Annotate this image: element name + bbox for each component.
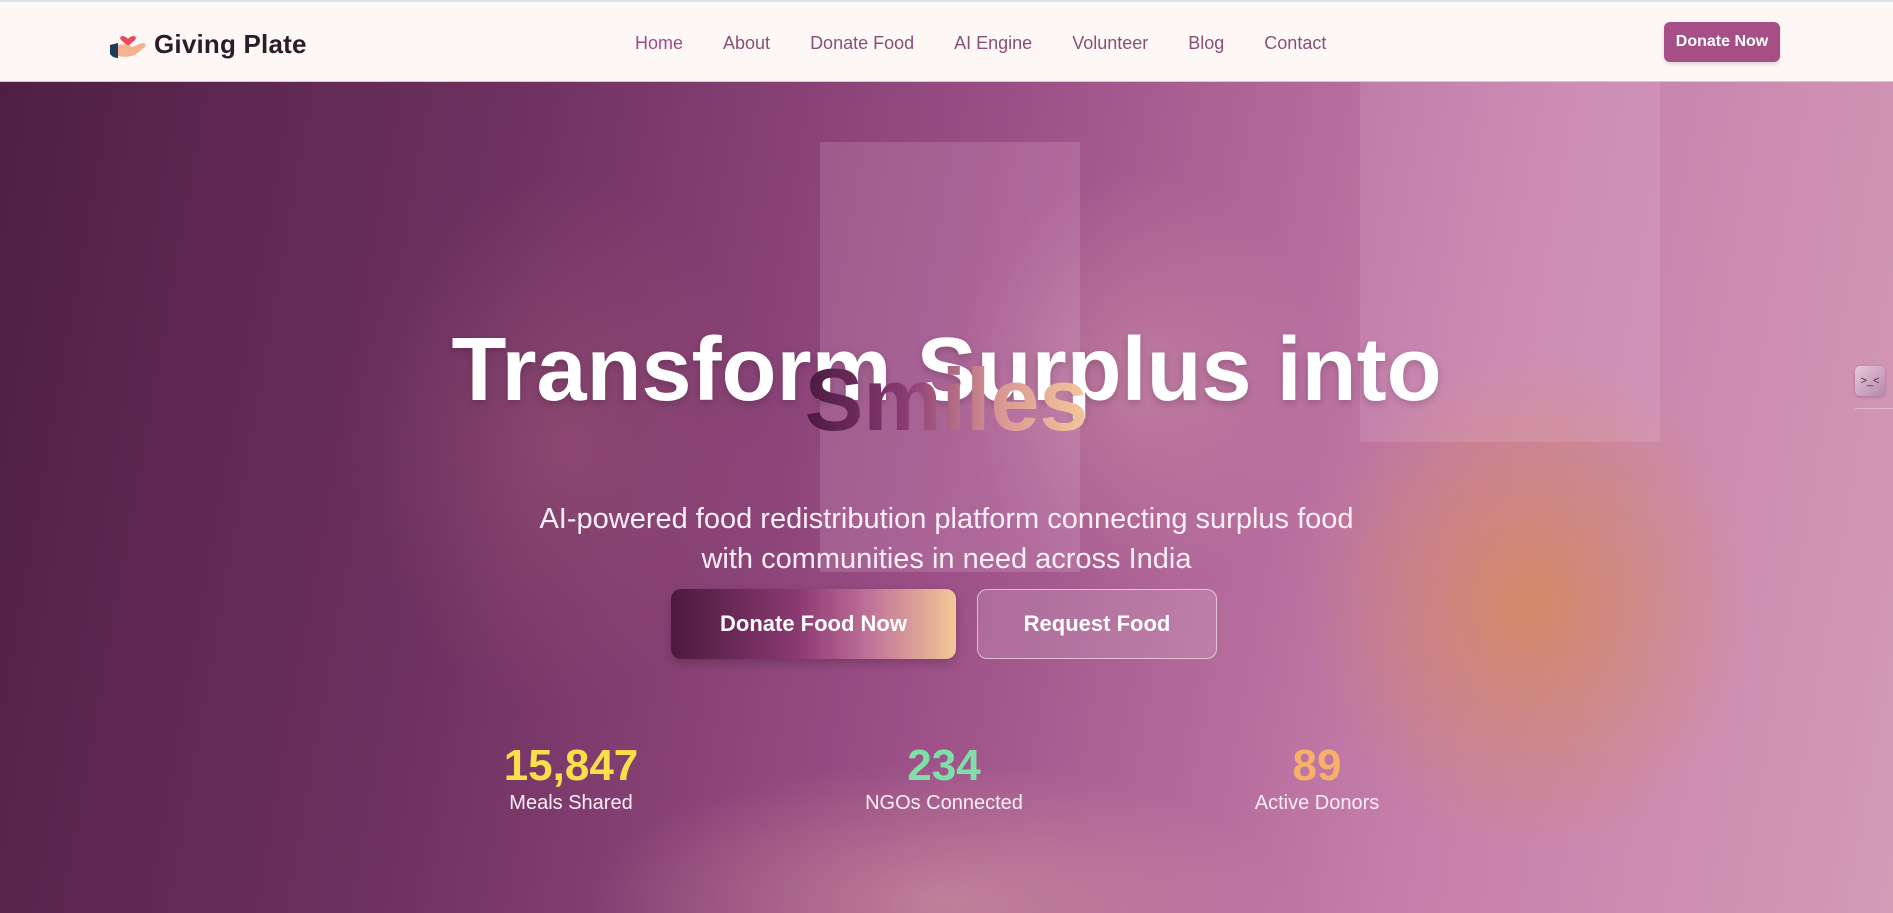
brand-name: Giving Plate (154, 28, 307, 59)
divider (1855, 408, 1893, 409)
stat-ngos-connected: 234 NGOs Connected (814, 742, 1074, 815)
nav-ai-engine[interactable]: AI Engine (954, 33, 1032, 54)
hero-title-accent-text: Smiles (804, 350, 1089, 449)
nav-volunteer[interactable]: Volunteer (1072, 33, 1148, 54)
request-food-button[interactable]: Request Food (977, 589, 1217, 659)
nav-donate-food[interactable]: Donate Food (810, 33, 914, 54)
stat-meals-shared: 15,847 Meals Shared (441, 742, 701, 815)
stat-label: Active Donors (1254, 792, 1380, 814)
donate-food-now-button[interactable]: Donate Food Now (671, 589, 956, 659)
stat-label: NGOs Connected (865, 792, 1023, 814)
nav-home[interactable]: Home (635, 33, 683, 54)
terminal-icon[interactable]: >_< (1855, 366, 1885, 396)
nav-contact[interactable]: Contact (1264, 33, 1326, 54)
stat-active-donors: 89 Active Donors (1187, 742, 1447, 815)
brand-logo[interactable]: Giving Plate (108, 26, 307, 62)
nav-about[interactable]: About (723, 33, 770, 54)
hero-section: Transform Surplus into Smiles AI-powered… (0, 82, 1893, 913)
stat-value: 15,847 (503, 741, 639, 790)
hand-heart-icon (110, 36, 146, 58)
donate-now-button[interactable]: Donate Now (1664, 22, 1780, 62)
stat-value: 89 (1292, 741, 1342, 790)
stat-label: Meals Shared (509, 792, 633, 814)
hero-title-accent: Smiles (0, 352, 1893, 448)
main-nav: Home About Donate Food AI Engine Volunte… (635, 33, 1366, 54)
top-navbar: Giving Plate Home About Donate Food AI E… (0, 0, 1893, 82)
nav-blog[interactable]: Blog (1188, 33, 1224, 54)
hero-subtitle: AI-powered food redistribution platform … (539, 503, 1354, 575)
stat-value: 234 (907, 741, 981, 790)
